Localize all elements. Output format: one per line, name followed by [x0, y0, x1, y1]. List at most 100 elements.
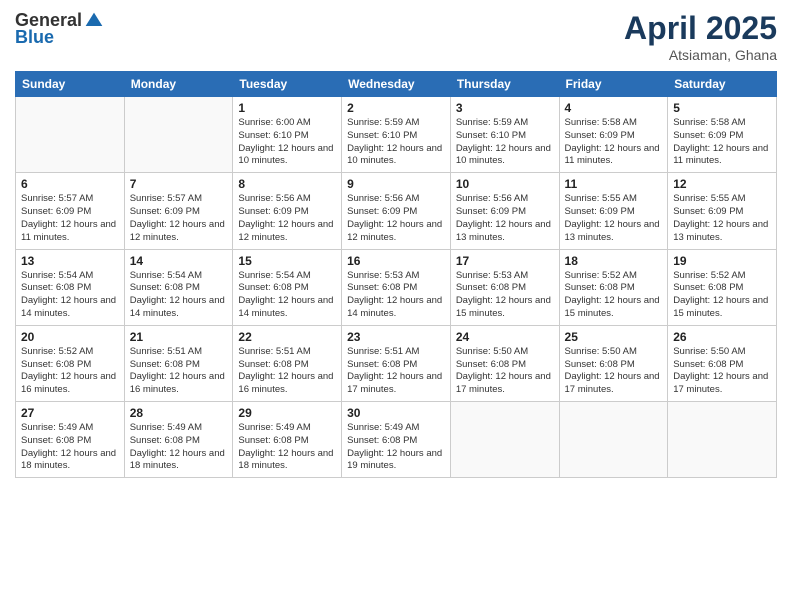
day-info: Sunrise: 5:57 AM Sunset: 6:09 PM Dayligh… — [21, 193, 119, 244]
day-number: 15 — [238, 254, 336, 268]
day-number: 24 — [456, 330, 554, 344]
day-info: Sunrise: 5:54 AM Sunset: 6:08 PM Dayligh… — [21, 270, 119, 321]
day-info: Sunrise: 5:51 AM Sunset: 6:08 PM Dayligh… — [347, 346, 445, 397]
calendar-cell-week5-day2: 28Sunrise: 5:49 AM Sunset: 6:08 PM Dayli… — [124, 402, 233, 478]
day-number: 7 — [130, 177, 228, 191]
calendar-cell-week3-day5: 17 Sunrise: 5:53 AM Sunset: 6:08 PM Dayli… — [450, 249, 559, 325]
calendar-cell-week3-day4: 16 Sunrise: 5:53 AM Sunset: 6:08 PM Dayli… — [342, 249, 451, 325]
calendar-header-wednesday: Wednesday — [342, 72, 451, 97]
day-number: 10 — [456, 177, 554, 191]
calendar-cell-week3-day6: 18 Sunrise: 5:52 AM Sunset: 6:08 PM Dayli… — [559, 249, 668, 325]
day-info: Sunrise: 5:52 AM Sunset: 6:08 PM Dayligh… — [565, 270, 663, 321]
calendar-cell-week3-day3: 15Sunrise: 5:54 AM Sunset: 6:08 PM Dayli… — [233, 249, 342, 325]
header: General Blue April 2025 Atsiaman, Ghana — [15, 10, 777, 63]
day-info: Sunrise: 5:53 AM Sunset: 6:08 PM Dayligh… — [456, 270, 554, 321]
day-number: 4 — [565, 101, 663, 115]
calendar-header-monday: Monday — [124, 72, 233, 97]
day-number: 6 — [21, 177, 119, 191]
calendar-cell-week4-day2: 21 Sunrise: 5:51 AM Sunset: 6:08 PM Dayli… — [124, 325, 233, 401]
calendar-week-1: 1 Sunrise: 6:00 AM Sunset: 6:10 PM Daylig… — [16, 97, 777, 173]
day-number: 1 — [238, 101, 336, 115]
day-number: 19 — [673, 254, 771, 268]
calendar-cell-week5-day4: 30 Sunrise: 5:49 AM Sunset: 6:08 PM Dayli… — [342, 402, 451, 478]
calendar-header-tuesday: Tuesday — [233, 72, 342, 97]
calendar-cell-week4-day7: 26 Sunrise: 5:50 AM Sunset: 6:08 PM Dayli… — [668, 325, 777, 401]
day-number: 11 — [565, 177, 663, 191]
calendar-cell-week5-day6 — [559, 402, 668, 478]
calendar-cell-week2-day4: 9Sunrise: 5:56 AM Sunset: 6:09 PM Daylig… — [342, 173, 451, 249]
day-info: Sunrise: 5:56 AM Sunset: 6:09 PM Dayligh… — [347, 193, 445, 244]
day-info: Sunrise: 5:56 AM Sunset: 6:09 PM Dayligh… — [238, 193, 336, 244]
calendar-cell-week5-day7 — [668, 402, 777, 478]
calendar-cell-week4-day5: 24Sunrise: 5:50 AM Sunset: 6:08 PM Dayli… — [450, 325, 559, 401]
day-info: Sunrise: 5:52 AM Sunset: 6:08 PM Dayligh… — [21, 346, 119, 397]
day-info: Sunrise: 5:53 AM Sunset: 6:08 PM Dayligh… — [347, 270, 445, 321]
title-block: April 2025 Atsiaman, Ghana — [624, 10, 777, 63]
day-info: Sunrise: 5:54 AM Sunset: 6:08 PM Dayligh… — [130, 270, 228, 321]
day-number: 8 — [238, 177, 336, 191]
calendar-header-friday: Friday — [559, 72, 668, 97]
day-info: Sunrise: 5:56 AM Sunset: 6:09 PM Dayligh… — [456, 193, 554, 244]
day-number: 2 — [347, 101, 445, 115]
day-number: 21 — [130, 330, 228, 344]
calendar-week-2: 6 Sunrise: 5:57 AM Sunset: 6:09 PM Daylig… — [16, 173, 777, 249]
day-info: Sunrise: 6:00 AM Sunset: 6:10 PM Dayligh… — [238, 117, 336, 168]
day-number: 26 — [673, 330, 771, 344]
calendar-cell-week1-day2 — [124, 97, 233, 173]
calendar-cell-week4-day4: 23 Sunrise: 5:51 AM Sunset: 6:08 PM Dayli… — [342, 325, 451, 401]
day-info: Sunrise: 5:55 AM Sunset: 6:09 PM Dayligh… — [565, 193, 663, 244]
calendar-cell-week2-day2: 7 Sunrise: 5:57 AM Sunset: 6:09 PM Daylig… — [124, 173, 233, 249]
subtitle: Atsiaman, Ghana — [624, 47, 777, 63]
main-title: April 2025 — [624, 10, 777, 47]
calendar-header-saturday: Saturday — [668, 72, 777, 97]
day-info: Sunrise: 5:58 AM Sunset: 6:09 PM Dayligh… — [673, 117, 771, 168]
day-number: 18 — [565, 254, 663, 268]
calendar-cell-week1-day5: 3 Sunrise: 5:59 AM Sunset: 6:10 PM Daylig… — [450, 97, 559, 173]
day-number: 23 — [347, 330, 445, 344]
day-info: Sunrise: 5:51 AM Sunset: 6:08 PM Dayligh… — [130, 346, 228, 397]
day-info: Sunrise: 5:50 AM Sunset: 6:08 PM Dayligh… — [673, 346, 771, 397]
logo-blue-text: Blue — [15, 27, 54, 48]
calendar-cell-week3-day2: 14 Sunrise: 5:54 AM Sunset: 6:08 PM Dayli… — [124, 249, 233, 325]
logo-icon — [84, 11, 104, 31]
calendar-cell-week1-day1 — [16, 97, 125, 173]
calendar-cell-week3-day1: 13 Sunrise: 5:54 AM Sunset: 6:08 PM Dayli… — [16, 249, 125, 325]
day-info: Sunrise: 5:51 AM Sunset: 6:08 PM Dayligh… — [238, 346, 336, 397]
calendar-cell-week3-day7: 19 Sunrise: 5:52 AM Sunset: 6:08 PM Dayli… — [668, 249, 777, 325]
day-info: Sunrise: 5:52 AM Sunset: 6:08 PM Dayligh… — [673, 270, 771, 321]
day-number: 25 — [565, 330, 663, 344]
calendar-cell-week1-day3: 1 Sunrise: 6:00 AM Sunset: 6:10 PM Daylig… — [233, 97, 342, 173]
day-number: 13 — [21, 254, 119, 268]
calendar-cell-week5-day5 — [450, 402, 559, 478]
day-info: Sunrise: 5:49 AM Sunset: 6:08 PM Dayligh… — [347, 422, 445, 473]
calendar-cell-week1-day6: 4Sunrise: 5:58 AM Sunset: 6:09 PM Daylig… — [559, 97, 668, 173]
day-number: 29 — [238, 406, 336, 420]
day-number: 17 — [456, 254, 554, 268]
calendar-cell-week5-day3: 29 Sunrise: 5:49 AM Sunset: 6:08 PM Dayli… — [233, 402, 342, 478]
day-number: 16 — [347, 254, 445, 268]
calendar-header-sunday: Sunday — [16, 72, 125, 97]
calendar-cell-week2-day1: 6 Sunrise: 5:57 AM Sunset: 6:09 PM Daylig… — [16, 173, 125, 249]
calendar-cell-week4-day1: 20 Sunrise: 5:52 AM Sunset: 6:08 PM Dayli… — [16, 325, 125, 401]
calendar-cell-week4-day3: 22Sunrise: 5:51 AM Sunset: 6:08 PM Dayli… — [233, 325, 342, 401]
calendar-cell-week2-day3: 8 Sunrise: 5:56 AM Sunset: 6:09 PM Daylig… — [233, 173, 342, 249]
day-number: 20 — [21, 330, 119, 344]
day-number: 14 — [130, 254, 228, 268]
calendar-week-3: 13 Sunrise: 5:54 AM Sunset: 6:08 PM Dayli… — [16, 249, 777, 325]
day-number: 3 — [456, 101, 554, 115]
calendar-cell-week4-day6: 25 Sunrise: 5:50 AM Sunset: 6:08 PM Dayli… — [559, 325, 668, 401]
calendar-week-5: 27 Sunrise: 5:49 AM Sunset: 6:08 PM Dayli… — [16, 402, 777, 478]
day-info: Sunrise: 5:49 AM Sunset: 6:08 PM Dayligh… — [238, 422, 336, 473]
calendar-cell-week2-day6: 11 Sunrise: 5:55 AM Sunset: 6:09 PM Dayli… — [559, 173, 668, 249]
day-info: Sunrise: 5:59 AM Sunset: 6:10 PM Dayligh… — [347, 117, 445, 168]
calendar-table: SundayMondayTuesdayWednesdayThursdayFrid… — [15, 71, 777, 478]
day-info: Sunrise: 5:57 AM Sunset: 6:09 PM Dayligh… — [130, 193, 228, 244]
day-info: Sunrise: 5:59 AM Sunset: 6:10 PM Dayligh… — [456, 117, 554, 168]
day-number: 27 — [21, 406, 119, 420]
calendar-cell-week2-day5: 10 Sunrise: 5:56 AM Sunset: 6:09 PM Dayli… — [450, 173, 559, 249]
day-number: 28 — [130, 406, 228, 420]
day-number: 30 — [347, 406, 445, 420]
calendar-cell-week1-day4: 2 Sunrise: 5:59 AM Sunset: 6:10 PM Daylig… — [342, 97, 451, 173]
day-info: Sunrise: 5:49 AM Sunset: 6:08 PM Dayligh… — [21, 422, 119, 473]
day-info: Sunrise: 5:50 AM Sunset: 6:08 PM Dayligh… — [565, 346, 663, 397]
